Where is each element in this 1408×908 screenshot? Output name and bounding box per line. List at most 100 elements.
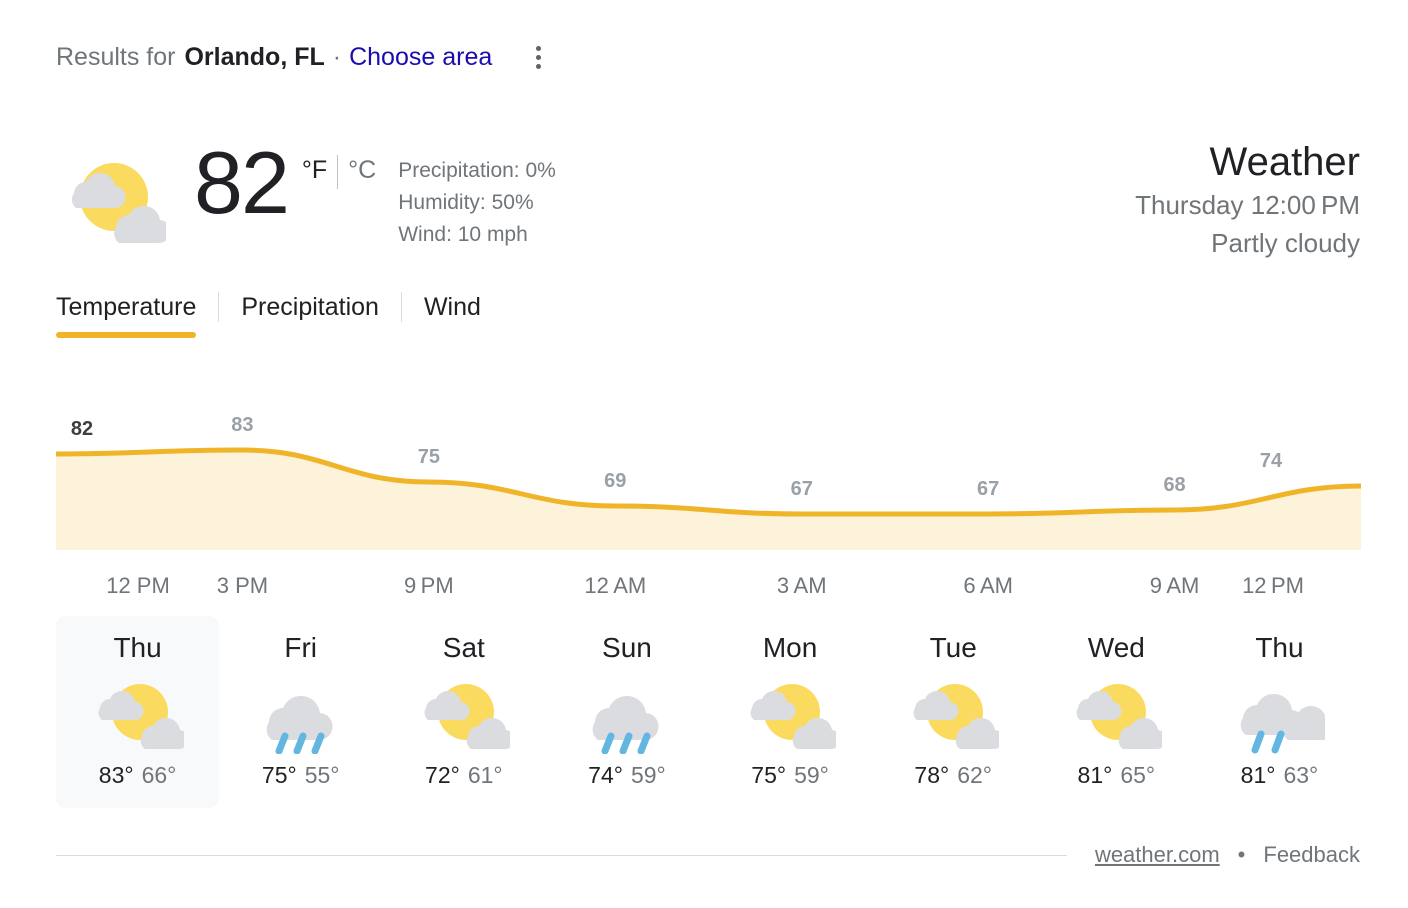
- tab-wind[interactable]: Wind: [424, 292, 481, 346]
- day-temperatures: 72° 61°: [425, 760, 503, 790]
- results-location: Orlando, FL: [184, 43, 325, 71]
- day-label: Wed: [1087, 632, 1145, 663]
- kebab-menu-icon[interactable]: [526, 40, 550, 74]
- day-temperatures: 75° 59°: [751, 760, 829, 790]
- chart-point-label: 83: [231, 414, 254, 436]
- day-high: 78°: [914, 762, 950, 788]
- day-label: Sat: [442, 632, 485, 663]
- day-label: Mon: [762, 632, 818, 663]
- time-axis-label: 3 AM: [776, 573, 827, 598]
- feedback-link[interactable]: Feedback: [1263, 840, 1360, 870]
- daily-forecast-card[interactable]: Thu 83° 66°: [56, 616, 220, 808]
- footer-divider: [56, 854, 1067, 856]
- chart-point-label: 69: [604, 470, 627, 492]
- kebab-dot: [535, 63, 541, 69]
- condition-details: Precipitation: 0% Humidity: 50% Wind: 10…: [398, 155, 556, 251]
- unit-fahrenheit-button[interactable]: °F: [302, 155, 327, 185]
- temperature-chart[interactable]: 82 83 75 69 67 67 68 74: [56, 378, 1361, 550]
- footer-links: weather.com • Feedback: [1095, 840, 1360, 870]
- chart-point-label: 68: [1163, 474, 1186, 496]
- day-high: 75°: [751, 762, 787, 788]
- partly-cloudy-day-icon: [907, 674, 1004, 754]
- unit-toggle: °F °C: [302, 155, 376, 189]
- partly-cloudy-day-icon: [744, 674, 841, 754]
- rain-icon: [255, 674, 347, 755]
- daily-forecast-card[interactable]: Mon 75° 59°: [709, 616, 872, 808]
- tab-precipitation[interactable]: Precipitation: [241, 292, 379, 346]
- day-low: 63°: [1283, 762, 1319, 788]
- time-axis-label: 12 PM: [1242, 573, 1304, 598]
- time-axis-label: 3 PM: [216, 573, 269, 598]
- day-temperatures: 75° 55°: [262, 760, 340, 790]
- current-conditions: 82 °F °C Precipitation: 0% Humidity: 50%…: [56, 135, 556, 251]
- day-low: 66°: [141, 762, 177, 788]
- daily-forecast-card[interactable]: Fri 75° 55°: [219, 616, 382, 808]
- day-high: 72°: [425, 762, 460, 788]
- precipitation-value: Precipitation: 0%: [398, 159, 556, 182]
- daily-forecast-card[interactable]: Thu 81° 63°: [1198, 616, 1361, 808]
- weather-source-link[interactable]: weather.com: [1095, 840, 1220, 870]
- daily-forecast: Thu 83° 66° Fri 75° 55° Sat 72° 61° Sun 74° 59° Mon 7…: [56, 616, 1361, 808]
- day-low: 62°: [957, 762, 992, 788]
- widget-footer: weather.com • Feedback: [56, 840, 1360, 870]
- chart-area-fill: [56, 450, 1361, 550]
- day-temperatures: 81° 63°: [1241, 760, 1319, 790]
- tab-divider: [400, 292, 402, 322]
- results-bar: Results for Orlando, FL · Choose area: [56, 40, 550, 74]
- day-temperatures: 81° 65°: [1078, 760, 1156, 790]
- partly-cloudy-day-icon: [418, 674, 515, 754]
- page-title: Weather: [1209, 140, 1360, 184]
- daily-forecast-card[interactable]: Sat 72° 61°: [382, 616, 545, 808]
- weather-header: Weather Thursday 12:00 PM Partly cloudy: [1135, 138, 1360, 262]
- day-label: Sun: [602, 632, 652, 663]
- daily-forecast-card[interactable]: Tue 78° 62°: [872, 616, 1035, 808]
- tab-temperature[interactable]: Temperature: [56, 292, 197, 346]
- time-axis-label: 6 AM: [963, 573, 1013, 598]
- daily-forecast-card[interactable]: Wed 81° 65°: [1035, 616, 1198, 808]
- chart-point-label: 75: [417, 446, 440, 468]
- day-temperatures: 74° 59°: [588, 760, 666, 790]
- day-label: Tue: [929, 632, 977, 663]
- header-condition: Partly cloudy: [1211, 228, 1360, 258]
- scattered-showers-icon: [1233, 674, 1336, 754]
- daily-forecast-card[interactable]: Sun 74° 59°: [545, 616, 708, 808]
- current-temperature: 82: [194, 133, 290, 232]
- day-high: 83°: [98, 762, 134, 788]
- partly-cloudy-day-icon: [56, 149, 171, 249]
- results-separator: ·: [332, 43, 342, 71]
- time-axis-label: 9 PM: [404, 573, 454, 598]
- chart-point-label: 74: [1259, 450, 1283, 472]
- day-high: 74°: [588, 762, 623, 788]
- time-axis-label: 12 PM: [106, 573, 170, 598]
- unit-divider: [337, 155, 339, 189]
- rain-icon: [581, 674, 673, 755]
- results-prefix: Results for: [56, 43, 176, 71]
- wind-value: Wind: 10 mph: [398, 223, 528, 246]
- day-label: Thu: [1255, 632, 1304, 663]
- day-low: 59°: [794, 762, 829, 788]
- day-low: 55°: [304, 762, 340, 788]
- time-axis-label: 12 AM: [584, 573, 647, 598]
- metric-tabs: Temperature Precipitation Wind: [56, 292, 481, 346]
- day-temperatures: 78° 62°: [914, 760, 992, 790]
- day-low: 59°: [630, 762, 666, 788]
- chart-point-label: 82: [70, 418, 94, 440]
- chart-time-axis: 12 PM 3 PM 9 PM 12 AM 3 AM 6 AM 9 AM 12 PM: [56, 570, 1361, 602]
- footer-bullet: •: [1237, 842, 1246, 867]
- day-high: 81°: [1077, 762, 1113, 788]
- humidity-value: Humidity: 50%: [398, 191, 534, 214]
- day-high: 81°: [1240, 762, 1276, 788]
- kebab-dot: [535, 54, 541, 60]
- tab-divider: [218, 292, 220, 322]
- day-label: Thu: [113, 632, 162, 663]
- header-datetime: Thursday 12:00 PM: [1135, 190, 1360, 220]
- unit-celsius-button[interactable]: °C: [348, 155, 376, 185]
- day-low: 65°: [1120, 762, 1156, 788]
- choose-area-link[interactable]: Choose area: [349, 40, 492, 74]
- chart-point-label: 67: [977, 478, 1000, 500]
- chart-point-label: 67: [790, 478, 813, 500]
- day-temperatures: 83° 66°: [99, 760, 177, 790]
- time-axis-label: 9 AM: [1149, 573, 1200, 598]
- partly-cloudy-day-icon: [92, 674, 189, 754]
- day-high: 75°: [261, 762, 297, 788]
